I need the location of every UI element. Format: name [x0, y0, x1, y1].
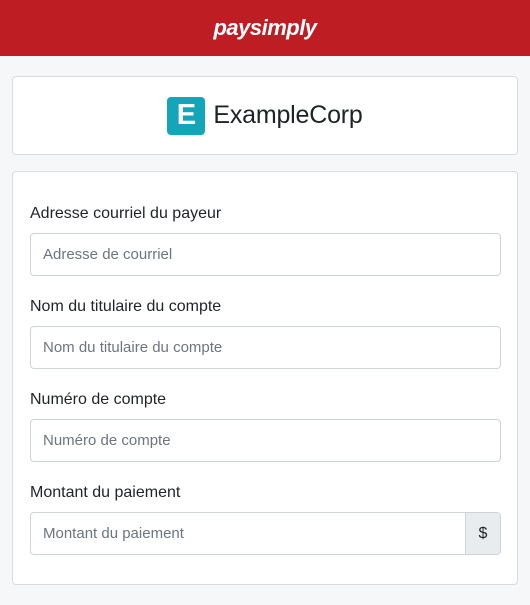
payer-email-label: Adresse courriel du payeur: [30, 205, 222, 222]
payer-email-input[interactable]: [31, 234, 500, 275]
top-bar: paysimply: [0, 0, 530, 56]
company-logo: E ExampleCorp: [167, 96, 363, 135]
company-name: ExampleCorp: [213, 101, 363, 129]
payment-amount-wrapper: $: [30, 512, 501, 555]
company-logo-icon: E: [167, 96, 206, 135]
account-number-input[interactable]: [31, 420, 500, 461]
payment-amount-label: Montant du paiement: [30, 484, 181, 501]
merchant-logo-card: E ExampleCorp: [12, 76, 518, 155]
account-holder-wrapper: [30, 326, 501, 369]
payment-amount-group: Montant du paiement $: [30, 483, 501, 555]
payer-email-group: Adresse courriel du payeur: [30, 204, 501, 276]
paysimply-logo: paysimply: [213, 15, 317, 40]
account-holder-group: Nom du titulaire du compte: [30, 297, 501, 369]
account-number-wrapper: [30, 419, 501, 462]
account-holder-label: Nom du titulaire du compte: [30, 298, 222, 315]
account-number-label: Numéro de compte: [30, 391, 167, 408]
account-holder-input[interactable]: [31, 327, 500, 368]
account-number-group: Numéro de compte: [30, 390, 501, 462]
payer-email-wrapper: [30, 233, 501, 276]
payment-amount-input[interactable]: [31, 513, 465, 554]
payment-form: Adresse courriel du payeur Nom du titula…: [12, 171, 518, 585]
currency-addon: $: [465, 513, 500, 554]
